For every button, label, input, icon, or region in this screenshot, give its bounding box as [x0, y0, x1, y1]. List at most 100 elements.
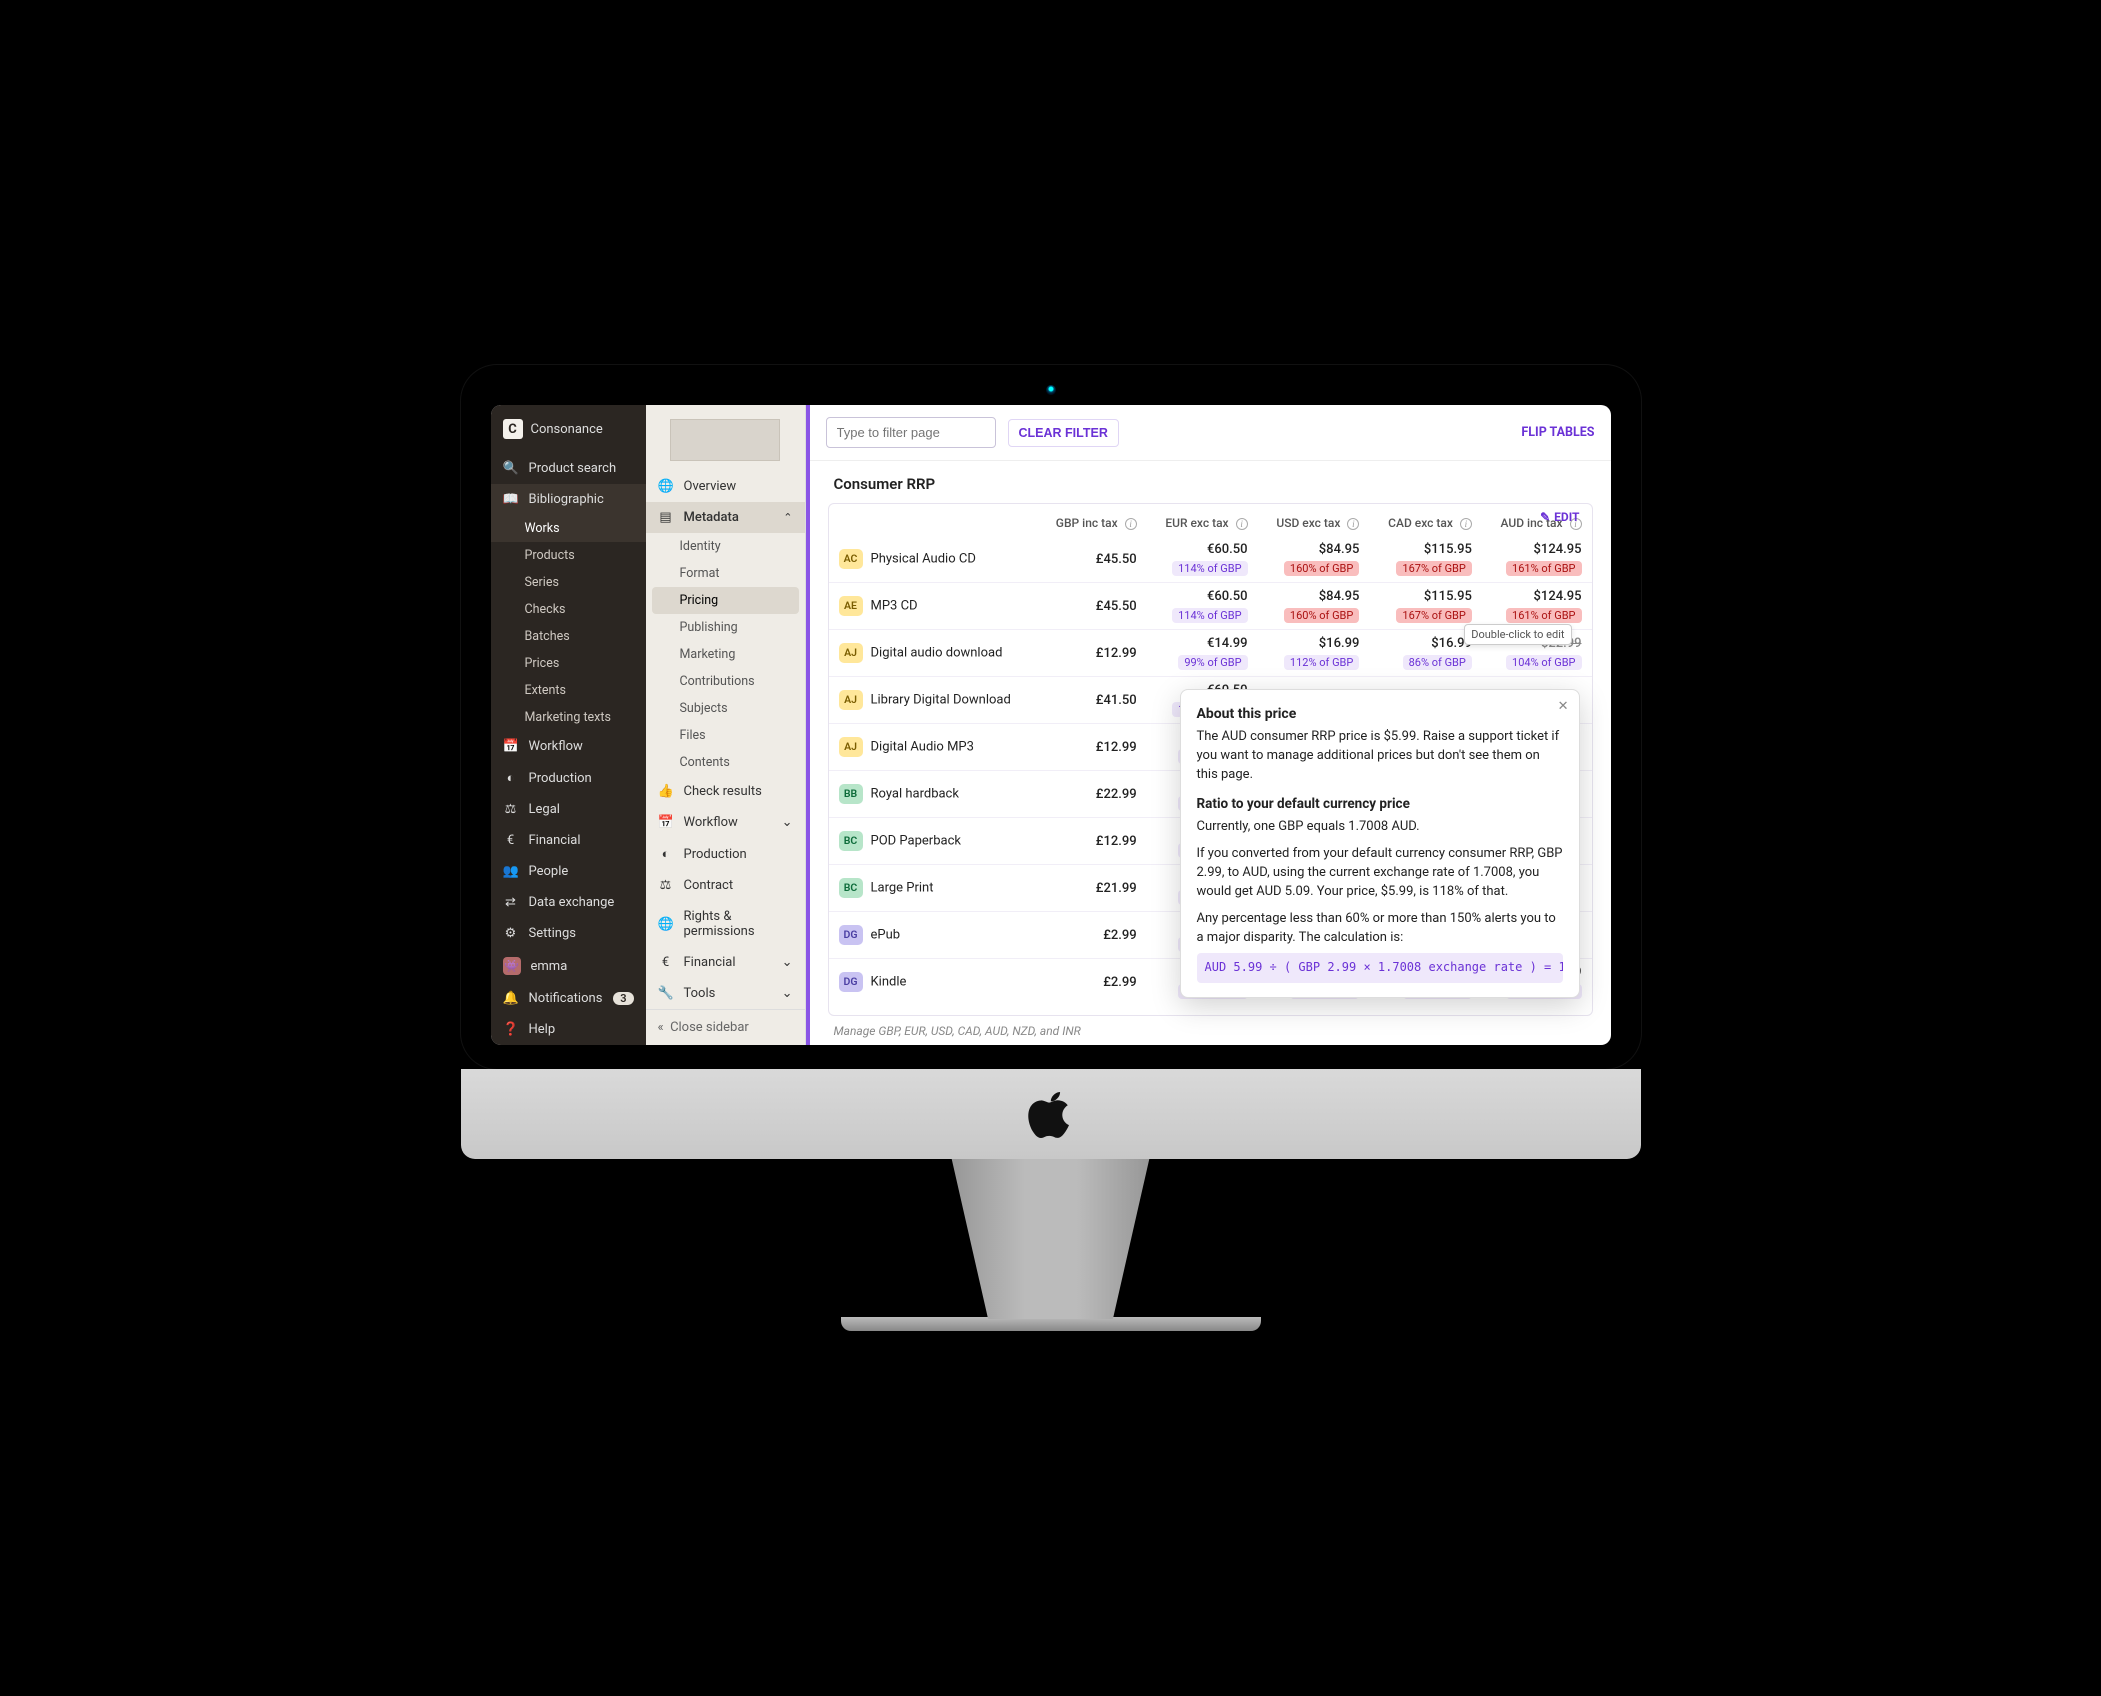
info-icon[interactable]: i [1347, 518, 1359, 530]
tab-production-label: Production [684, 847, 747, 862]
sidebar-sub-prices[interactable]: Prices [491, 650, 646, 677]
price-cell[interactable]: £12.99 [1037, 724, 1146, 771]
price-cell[interactable]: £22.99 [1037, 771, 1146, 818]
nav-notifications[interactable]: 🔔 Notifications 3 [491, 983, 646, 1014]
tab-tools-label: Tools [684, 986, 716, 1001]
price-value: $115.95 [1424, 589, 1472, 604]
price-cell[interactable]: $84.95160% of GBP [1258, 583, 1370, 630]
nav-data-exchange[interactable]: ⇄ Data exchange [491, 887, 646, 918]
nav-financial[interactable]: € Financial [491, 825, 646, 856]
sidebar-sub-extents[interactable]: Extents [491, 677, 646, 704]
tab-financial-label: Financial [684, 955, 736, 970]
format-tag: BB [839, 784, 863, 804]
bell-icon: 🔔 [503, 991, 519, 1006]
price-cell[interactable]: $115.95167% of GBP [1369, 536, 1482, 583]
tab-contract[interactable]: ⚖ Contract [646, 870, 805, 901]
price-cell[interactable]: $124.95161% of GBP [1482, 583, 1592, 630]
info-icon[interactable]: i [1236, 518, 1248, 530]
nav-data-exchange-label: Data exchange [529, 895, 615, 910]
price-cell[interactable]: £45.50 [1037, 583, 1146, 630]
ratio-badge: 104% of GBP [1506, 655, 1581, 670]
metadata-sub-contributions[interactable]: Contributions [646, 668, 805, 695]
info-icon[interactable]: i [1460, 518, 1472, 530]
imac-stand [921, 1159, 1181, 1319]
close-secondary-sidebar-label: Close sidebar [670, 1020, 749, 1035]
price-value: £2.99 [1103, 975, 1136, 990]
popover-text: Any percentage less than 60% or more tha… [1197, 910, 1563, 948]
price-cell[interactable]: $124.95161% of GBP [1482, 536, 1592, 583]
nav-help[interactable]: ❓ Help [491, 1014, 646, 1045]
tab-rights[interactable]: 🌐 Rights & permissions [646, 901, 805, 947]
price-cell[interactable]: £2.99 [1037, 959, 1146, 1006]
price-cell[interactable]: $115.95167% of GBP [1369, 583, 1482, 630]
nav-workflow[interactable]: 📅 Workflow [491, 731, 646, 762]
price-value: £22.99 [1096, 787, 1137, 802]
metadata-sub-identity[interactable]: Identity [646, 533, 805, 560]
close-secondary-sidebar[interactable]: « Close sidebar [646, 1009, 805, 1045]
edit-button[interactable]: ✎ EDIT [1540, 510, 1579, 524]
people-icon: 👥 [503, 864, 519, 879]
nav-settings[interactable]: ⚙ Settings [491, 918, 646, 949]
metadata-sub-files[interactable]: Files [646, 722, 805, 749]
sidebar-sub-works[interactable]: Works [491, 515, 646, 542]
metadata-sub-subjects[interactable]: Subjects [646, 695, 805, 722]
metadata-sub-pricing[interactable]: Pricing [652, 587, 799, 614]
price-value: €14.99 [1207, 636, 1248, 651]
tab-overview[interactable]: 🌐 Overview [646, 471, 805, 502]
search-icon: 🔍 [503, 461, 519, 476]
sidebar-sub-marketing-texts[interactable]: Marketing texts [491, 704, 646, 731]
nav-legal[interactable]: ⚖ Legal [491, 794, 646, 825]
tab-workflow-label: Workflow [684, 815, 738, 830]
price-cell[interactable]: €60.50114% of GBP [1147, 536, 1258, 583]
price-cell[interactable]: £21.99 [1037, 865, 1146, 912]
sidebar-sub-checks[interactable]: Checks [491, 596, 646, 623]
price-cell[interactable]: €60.50114% of GBP [1147, 583, 1258, 630]
sidebar-sub-batches[interactable]: Batches [491, 623, 646, 650]
sidebar-sub-series[interactable]: Series [491, 569, 646, 596]
row-name: AJDigital Audio MP3 [829, 724, 1038, 771]
price-cell[interactable]: £45.50 [1037, 536, 1146, 583]
price-cell[interactable]: £12.99 [1037, 818, 1146, 865]
metadata-sub-marketing[interactable]: Marketing [646, 641, 805, 668]
price-cell[interactable]: £2.99 [1037, 912, 1146, 959]
close-popover-button[interactable]: ✕ [1558, 698, 1569, 717]
tab-financial[interactable]: € Financial ⌄ [646, 947, 805, 978]
format-tag: BC [839, 831, 863, 851]
clear-filter-button[interactable]: CLEAR FILTER [1008, 419, 1119, 447]
row-name: AJLibrary Digital Download [829, 677, 1038, 724]
flip-tables-button[interactable]: FLIP TABLES [1521, 425, 1594, 440]
nav-settings-label: Settings [529, 926, 576, 941]
tab-check-results[interactable]: 👍 Check results [646, 776, 805, 807]
price-cell[interactable]: €14.9999% of GBP [1147, 630, 1258, 677]
tab-production[interactable]: ◐ Production [646, 838, 805, 870]
tab-metadata[interactable]: ▤ Metadata ⌃ [646, 502, 805, 533]
nav-people[interactable]: 👥 People [491, 856, 646, 887]
metadata-sub-contents[interactable]: Contents [646, 749, 805, 776]
price-cell[interactable]: £12.99 [1037, 630, 1146, 677]
nav-bibliographic[interactable]: 📖 Bibliographic [491, 484, 646, 515]
sidebar-sub-products[interactable]: Products [491, 542, 646, 569]
popover-title: About this price [1197, 704, 1563, 724]
price-cell[interactable]: £41.50 [1037, 677, 1146, 724]
metadata-sub-format[interactable]: Format [646, 560, 805, 587]
calendar-icon: 📅 [503, 739, 519, 754]
tab-tools[interactable]: 🔧 Tools ⌄ [646, 978, 805, 1009]
info-icon[interactable]: i [1125, 518, 1137, 530]
nav-production[interactable]: ◐ Production [491, 762, 646, 794]
nav-people-label: People [529, 864, 569, 879]
price-cell[interactable]: $16.99112% of GBP [1258, 630, 1370, 677]
product-search[interactable]: 🔍 Product search [491, 453, 646, 484]
popover-calculation: AUD 5.99 ÷ ( GBP 2.99 × 1.7008 exchange … [1197, 953, 1563, 982]
filter-input[interactable] [826, 417, 996, 448]
primary-sidebar: C Consonance 🔍 Product search 📖 Bibliogr… [491, 405, 646, 1045]
price-value: £2.99 [1103, 928, 1136, 943]
brand[interactable]: C Consonance [491, 405, 646, 453]
tab-workflow[interactable]: 📅 Workflow ⌄ [646, 807, 805, 838]
nav-production-label: Production [529, 771, 592, 786]
metadata-sub-publishing[interactable]: Publishing [646, 614, 805, 641]
cover-thumbnail[interactable] [670, 419, 780, 461]
nav-user[interactable]: 👾 emma [491, 949, 646, 983]
avatar: 👾 [503, 957, 521, 975]
price-cell[interactable]: $84.95160% of GBP [1258, 536, 1370, 583]
contrast-icon: ◐ [658, 846, 674, 862]
